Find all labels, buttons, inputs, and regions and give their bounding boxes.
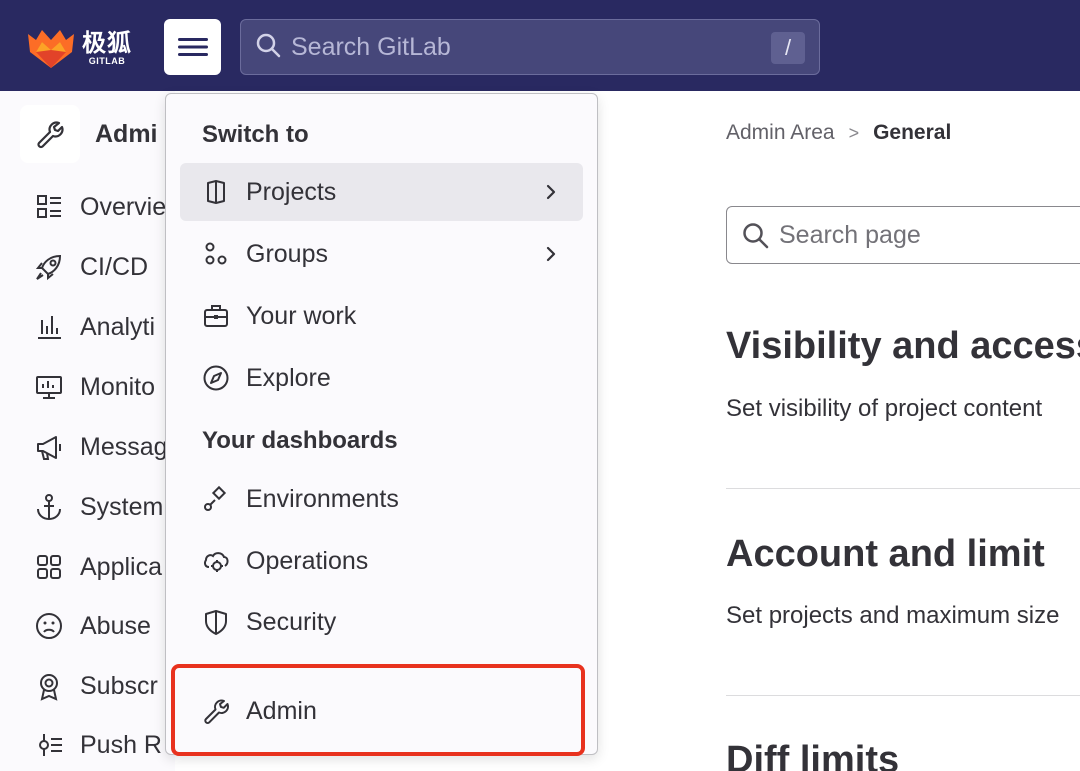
gitlab-logo[interactable]: 极狐 GITLAB — [26, 24, 138, 72]
chart-icon — [38, 316, 61, 339]
section-description-account-limit: Set projects and maximum size — [726, 602, 1060, 629]
breadcrumb-admin-area[interactable]: Admin Area — [726, 121, 835, 145]
menu-item-environments[interactable]: Environments — [180, 470, 583, 528]
switch-to-heading: Switch to — [202, 121, 309, 148]
chevron-right-icon — [546, 184, 556, 200]
search-placeholder: Search GitLab — [291, 32, 451, 61]
sidebar-title: Admi — [95, 119, 158, 148]
sad-face-icon — [36, 613, 62, 639]
briefcase-icon — [204, 305, 228, 327]
breadcrumb: Admin Area > General — [726, 121, 951, 145]
sidebar-item-overview[interactable]: Overvie — [34, 187, 166, 227]
sidebar-item-subscription[interactable]: Subscr — [34, 666, 158, 706]
sidebar-header[interactable]: Admi — [20, 105, 158, 163]
top-bar: 极狐 GITLAB Search GitLab / — [0, 0, 1080, 91]
sidebar-item-label: Abuse — [80, 611, 151, 640]
menu-item-label: Groups — [246, 239, 328, 268]
sidebar-item-label: Analyti — [80, 312, 156, 341]
menu-item-operations[interactable]: Operations — [180, 532, 583, 590]
section-title-visibility: Visibility and access — [726, 325, 1080, 367]
hamburger-icon — [177, 38, 208, 56]
chevron-right-icon — [546, 246, 556, 262]
monitor-icon — [36, 376, 62, 399]
operations-icon — [204, 552, 229, 572]
menu-item-your-work[interactable]: Your work — [180, 287, 583, 345]
menu-item-label: Security — [246, 607, 337, 636]
search-icon — [743, 223, 769, 249]
sidebar-item-label: Subscr — [80, 671, 158, 700]
sidebar-item-label: Overvie — [80, 192, 167, 221]
anchor-icon — [37, 494, 61, 521]
sidebar-item-applications[interactable]: Applica — [34, 547, 162, 587]
megaphone-icon — [37, 436, 61, 460]
sidebar-item-label: Applica — [80, 552, 162, 581]
sidebar-item-label: Monito — [80, 372, 156, 401]
menu-item-explore[interactable]: Explore — [180, 349, 583, 407]
push-rules-icon — [39, 734, 62, 756]
sidebar-item-label: CI/CD — [80, 252, 149, 281]
sidebar-item-push-rules[interactable]: Push R — [34, 725, 162, 765]
sidebar-item-analytics[interactable]: Analyti — [34, 307, 155, 347]
sidebar-item-label: Push R — [80, 730, 162, 759]
sidebar-item-label: Messag — [80, 432, 168, 461]
project-icon — [207, 180, 225, 204]
section-divider — [726, 488, 1080, 489]
menu-item-groups[interactable]: Groups — [180, 225, 583, 283]
sidebar-item-cicd[interactable]: CI/CD — [34, 247, 148, 287]
fox-logo-icon — [28, 30, 74, 68]
compass-icon — [203, 365, 229, 391]
menu-item-label: Operations — [246, 546, 369, 575]
menu-item-label: Projects — [246, 177, 337, 206]
breadcrumb-general: General — [873, 121, 952, 144]
admin-highlight-annotation — [171, 664, 585, 756]
menu-item-label: Explore — [246, 363, 331, 392]
main-content: Admin Area > General Search page Visibil… — [598, 91, 1080, 771]
wrench-icon — [20, 105, 80, 163]
section-divider — [726, 695, 1080, 696]
badge-icon — [40, 674, 58, 701]
sidebar-item-system[interactable]: System — [34, 487, 163, 527]
your-dashboards-heading: Your dashboards — [202, 427, 398, 454]
search-shortcut-key: / — [771, 32, 805, 64]
main-menu-button[interactable] — [164, 19, 221, 75]
sidebar-item-monitoring[interactable]: Monito — [34, 367, 155, 407]
shield-icon — [205, 610, 227, 635]
search-page-input[interactable]: Search page — [726, 206, 1080, 264]
logo-text-cn: 极狐 — [82, 28, 132, 57]
rocket-icon — [35, 254, 62, 281]
apps-icon — [37, 555, 61, 579]
section-description-visibility: Set visibility of project content — [726, 395, 1043, 422]
search-page-placeholder: Search page — [779, 220, 921, 249]
overview-icon — [37, 195, 61, 218]
group-icon — [205, 242, 227, 265]
sidebar-item-abuse[interactable]: Abuse — [34, 606, 151, 646]
context-switcher-dropdown: Switch to Projects Groups Your work Expl… — [165, 93, 598, 755]
sidebar-item-messages[interactable]: Messag — [34, 427, 168, 467]
global-search-input[interactable]: Search GitLab / — [240, 19, 820, 75]
search-icon — [255, 32, 281, 63]
menu-item-security[interactable]: Security — [180, 593, 583, 651]
breadcrumb-separator-icon: > — [848, 122, 860, 143]
section-title-diff-limits: Diff limits — [726, 739, 900, 771]
section-title-account-limit: Account and limit — [726, 533, 1045, 575]
environment-icon — [204, 485, 227, 511]
logo-text-en: GITLAB — [88, 55, 126, 66]
menu-item-projects[interactable]: Projects — [180, 163, 583, 221]
menu-item-label: Environments — [246, 484, 399, 513]
admin-sidebar: Admi Overvie CI/CD Analyti Monito Messag… — [0, 91, 175, 771]
menu-item-label: Your work — [246, 301, 357, 330]
sidebar-item-label: System — [80, 492, 164, 521]
